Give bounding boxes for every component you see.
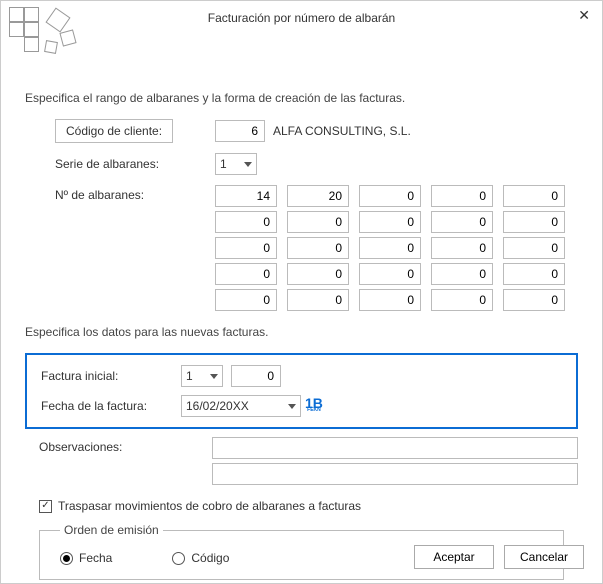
albaran-cell-5[interactable] (215, 211, 277, 233)
radio-codigo[interactable]: Código (172, 551, 229, 565)
observaciones-label: Observaciones: (39, 437, 212, 454)
albaran-cell-3[interactable] (431, 185, 493, 207)
albaranes-grid (215, 185, 565, 311)
section1-title: Especifica el rango de albaranes y la fo… (25, 91, 578, 105)
section2-title: Especifica los datos para las nuevas fac… (25, 325, 578, 339)
observaciones-line2[interactable] (212, 463, 578, 485)
nueva-factura-frame: Factura inicial: 1 Fecha de la factura: … (25, 353, 578, 429)
albaran-cell-10[interactable] (215, 237, 277, 259)
albaran-cell-21[interactable] (287, 289, 349, 311)
fecha-factura-select[interactable]: 16/02/20XX (181, 395, 301, 417)
albaran-cell-19[interactable] (503, 263, 565, 285)
radio-fecha[interactable]: Fecha (60, 551, 112, 565)
albaran-cell-18[interactable] (431, 263, 493, 285)
serie-albaranes-select[interactable]: 1 (215, 153, 257, 175)
albaran-cell-6[interactable] (287, 211, 349, 233)
cancel-button[interactable]: Cancelar (504, 545, 584, 569)
orden-emision-legend: Orden de emisión (60, 523, 163, 537)
chevron-down-icon (244, 162, 252, 167)
albaran-cell-22[interactable] (359, 289, 421, 311)
factura-inicial-label: Factura inicial: (41, 369, 181, 383)
albaran-cell-16[interactable] (287, 263, 349, 285)
factura-serie-select[interactable]: 1 (181, 365, 223, 387)
codigo-cliente-input[interactable] (215, 120, 265, 142)
num-albaranes-label: Nº de albaranes: (55, 185, 215, 202)
window-title: Facturación por número de albarán (1, 11, 602, 25)
albaran-cell-7[interactable] (359, 211, 421, 233)
serie-albaranes-label: Serie de albaranes: (55, 157, 215, 171)
close-icon[interactable]: ✕ (578, 7, 590, 24)
chevron-down-icon (288, 404, 296, 409)
albaran-cell-11[interactable] (287, 237, 349, 259)
fecha-factura-label: Fecha de la factura: (41, 399, 181, 413)
observaciones-line1[interactable] (212, 437, 578, 459)
albaran-cell-14[interactable] (503, 237, 565, 259)
traspasar-label: Traspasar movimientos de cobro de albara… (58, 499, 361, 513)
traspasar-checkbox[interactable]: ✓ (39, 500, 52, 513)
albaran-cell-12[interactable] (359, 237, 421, 259)
albaran-cell-24[interactable] (503, 289, 565, 311)
albaran-cell-0[interactable] (215, 185, 277, 207)
albaran-cell-23[interactable] (431, 289, 493, 311)
codigo-cliente-label: Código de cliente: (55, 119, 173, 143)
albaran-cell-17[interactable] (359, 263, 421, 285)
albaran-cell-1[interactable] (287, 185, 349, 207)
albaran-cell-15[interactable] (215, 263, 277, 285)
chevron-down-icon (210, 374, 218, 379)
albaran-cell-2[interactable] (359, 185, 421, 207)
albaran-cell-9[interactable] (503, 211, 565, 233)
albaran-cell-20[interactable] (215, 289, 277, 311)
albaran-cell-13[interactable] (431, 237, 493, 259)
accept-button[interactable]: Aceptar (414, 545, 494, 569)
cliente-nombre: ALFA CONSULTING, S.L. (265, 124, 411, 138)
albaran-cell-4[interactable] (503, 185, 565, 207)
calendar-icon[interactable]: 1BFEKN (301, 399, 323, 412)
factura-numero-input[interactable] (231, 365, 281, 387)
albaran-cell-8[interactable] (431, 211, 493, 233)
